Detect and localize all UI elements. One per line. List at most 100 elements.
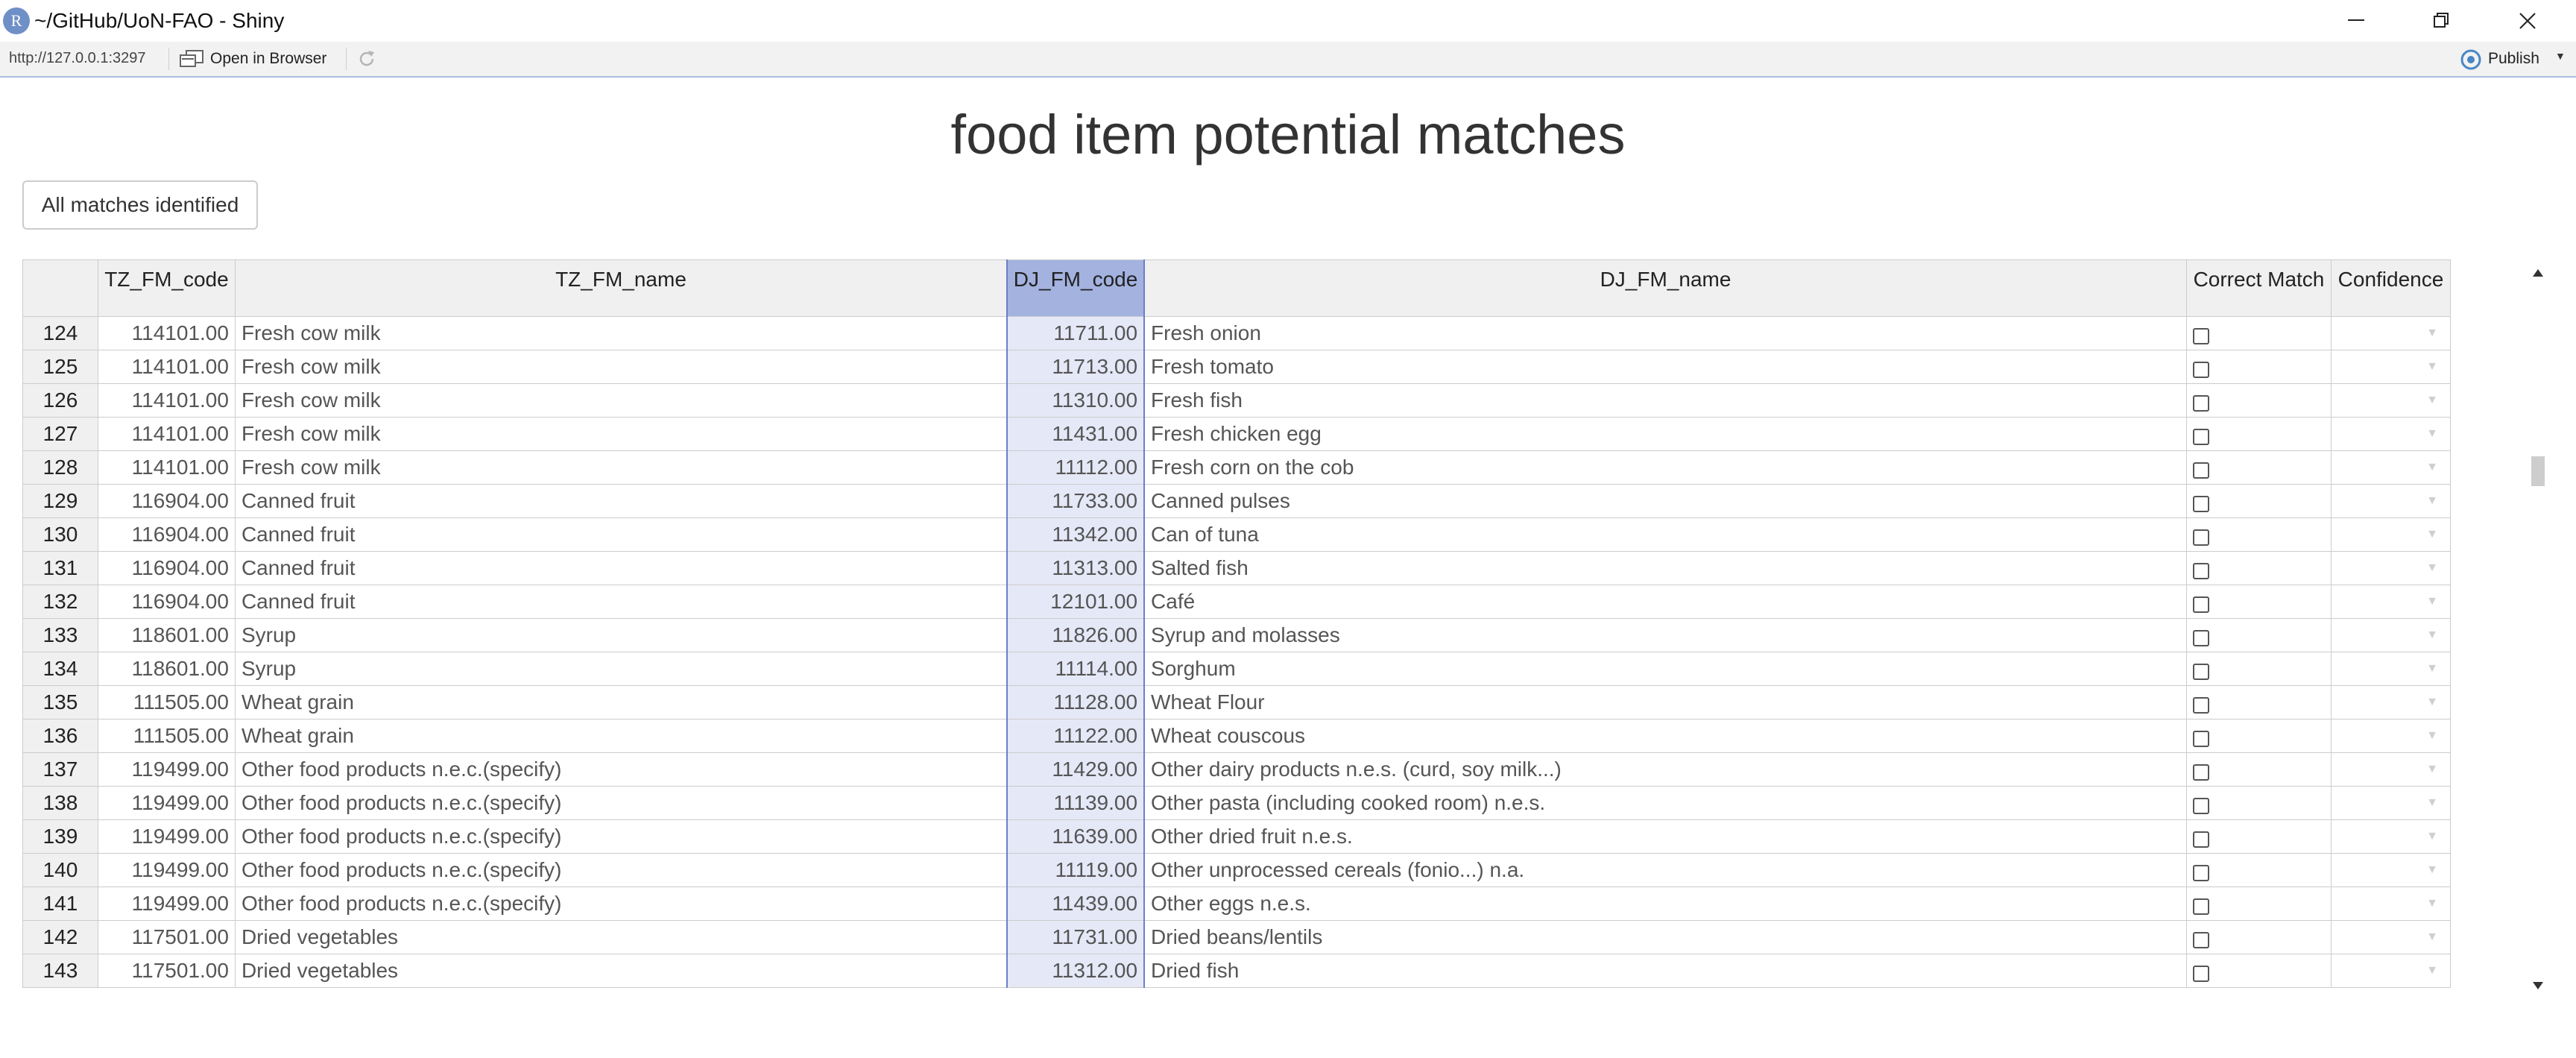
correct-match-checkbox[interactable] — [2192, 596, 2209, 613]
row-number[interactable]: 142 — [22, 920, 98, 954]
row-number[interactable]: 134 — [22, 652, 98, 686]
cell-tz-name[interactable]: Fresh cow milk — [234, 316, 1008, 350]
cell-tz-name[interactable]: Dried vegetables — [234, 954, 1008, 988]
cell-confidence[interactable]: ▼ — [2330, 484, 2452, 518]
refresh-icon[interactable] — [356, 48, 377, 69]
cell-tz-name[interactable]: Wheat grain — [234, 719, 1008, 753]
cell-tz-code[interactable]: 116904.00 — [97, 585, 236, 619]
row-number[interactable]: 127 — [22, 417, 98, 451]
cell-dj-code[interactable]: 11122.00 — [1006, 719, 1146, 753]
cell-dj-name[interactable]: Café — [1143, 585, 2187, 619]
correct-match-checkbox[interactable] — [2192, 730, 2209, 747]
dropdown-arrow-icon[interactable]: ▼ — [2426, 863, 2438, 876]
cell-dj-name[interactable]: Canned pulses — [1143, 484, 2187, 518]
cell-tz-name[interactable]: Fresh cow milk — [234, 350, 1008, 384]
cell-tz-code[interactable]: 111505.00 — [97, 685, 236, 719]
dropdown-arrow-icon[interactable]: ▼ — [2426, 662, 2438, 675]
dropdown-arrow-icon[interactable]: ▼ — [2426, 427, 2438, 440]
cell-tz-code[interactable]: 118601.00 — [97, 618, 236, 652]
cell-dj-name[interactable]: Fresh fish — [1143, 383, 2187, 418]
correct-match-checkbox[interactable] — [2192, 898, 2209, 915]
cell-confidence[interactable]: ▼ — [2330, 719, 2452, 753]
row-number[interactable]: 140 — [22, 853, 98, 887]
dropdown-arrow-icon[interactable]: ▼ — [2426, 629, 2438, 641]
row-number[interactable]: 129 — [22, 484, 98, 518]
column-header-dj-name[interactable]: DJ_FM_name — [1143, 259, 2187, 317]
row-number[interactable]: 132 — [22, 585, 98, 619]
cell-dj-name[interactable]: Other pasta (including cooked room) n.e.… — [1143, 786, 2187, 820]
chevron-down-icon[interactable]: ▼ — [2555, 50, 2566, 62]
row-number[interactable]: 128 — [22, 450, 98, 485]
dropdown-arrow-icon[interactable]: ▼ — [2426, 494, 2438, 507]
cell-confidence[interactable]: ▼ — [2330, 551, 2452, 585]
cell-dj-code[interactable]: 11112.00 — [1006, 450, 1146, 485]
row-number[interactable]: 130 — [22, 517, 98, 552]
cell-dj-code[interactable]: 11431.00 — [1006, 417, 1146, 451]
correct-match-checkbox[interactable] — [2192, 696, 2209, 714]
cell-confidence[interactable]: ▼ — [2330, 585, 2452, 619]
cell-dj-name[interactable]: Other dried fruit n.e.s. — [1143, 819, 2187, 854]
dropdown-arrow-icon[interactable]: ▼ — [2426, 528, 2438, 541]
cell-confidence[interactable]: ▼ — [2330, 383, 2452, 418]
cell-dj-name[interactable]: Fresh chicken egg — [1143, 417, 2187, 451]
row-number[interactable]: 131 — [22, 551, 98, 585]
correct-match-checkbox[interactable] — [2192, 965, 2209, 982]
cell-confidence[interactable]: ▼ — [2330, 887, 2452, 921]
minimize-button[interactable] — [2315, 0, 2397, 42]
cell-tz-code[interactable]: 114101.00 — [97, 316, 236, 350]
cell-dj-name[interactable]: Wheat Flour — [1143, 685, 2187, 719]
cell-tz-name[interactable]: Fresh cow milk — [234, 450, 1008, 485]
cell-tz-code[interactable]: 114101.00 — [97, 450, 236, 485]
cell-tz-name[interactable]: Canned fruit — [234, 484, 1008, 518]
cell-dj-code[interactable]: 11114.00 — [1006, 652, 1146, 686]
dropdown-arrow-icon[interactable]: ▼ — [2426, 561, 2438, 574]
correct-match-checkbox[interactable] — [2192, 629, 2209, 646]
correct-match-checkbox[interactable] — [2192, 428, 2209, 445]
cell-tz-code[interactable]: 116904.00 — [97, 551, 236, 585]
cell-confidence[interactable]: ▼ — [2330, 685, 2452, 719]
cell-confidence[interactable]: ▼ — [2330, 517, 2452, 552]
correct-match-checkbox[interactable] — [2192, 361, 2209, 378]
scroll-down-arrow-icon[interactable] — [2532, 981, 2544, 990]
row-number[interactable]: 139 — [22, 819, 98, 854]
cell-confidence[interactable]: ▼ — [2330, 954, 2452, 988]
cell-tz-code[interactable]: 114101.00 — [97, 350, 236, 384]
correct-match-checkbox[interactable] — [2192, 831, 2209, 848]
cell-dj-code[interactable]: 11826.00 — [1006, 618, 1146, 652]
correct-match-checkbox[interactable] — [2192, 327, 2209, 344]
cell-dj-name[interactable]: Fresh corn on the cob — [1143, 450, 2187, 485]
scroll-up-arrow-icon[interactable] — [2532, 268, 2544, 277]
cell-dj-name[interactable]: Sorghum — [1143, 652, 2187, 686]
cell-tz-code[interactable]: 117501.00 — [97, 920, 236, 954]
row-number[interactable]: 135 — [22, 685, 98, 719]
row-number[interactable]: 138 — [22, 786, 98, 820]
cell-tz-code[interactable]: 114101.00 — [97, 417, 236, 451]
correct-match-checkbox[interactable] — [2192, 797, 2209, 814]
cell-tz-code[interactable]: 118601.00 — [97, 652, 236, 686]
row-number[interactable]: 126 — [22, 383, 98, 418]
cell-dj-code[interactable]: 11639.00 — [1006, 819, 1146, 854]
all-matches-identified-button[interactable]: All matches identified — [22, 180, 258, 230]
cell-tz-code[interactable]: 114101.00 — [97, 383, 236, 418]
cell-confidence[interactable]: ▼ — [2330, 316, 2452, 350]
cell-dj-name[interactable]: Syrup and molasses — [1143, 618, 2187, 652]
cell-tz-name[interactable]: Other food products n.e.c.(specify) — [234, 819, 1008, 854]
close-button[interactable] — [2487, 0, 2569, 42]
cell-tz-name[interactable]: Syrup — [234, 652, 1008, 686]
dropdown-arrow-icon[interactable]: ▼ — [2426, 595, 2438, 608]
cell-confidence[interactable]: ▼ — [2330, 652, 2452, 686]
cell-dj-code[interactable]: 11313.00 — [1006, 551, 1146, 585]
correct-match-checkbox[interactable] — [2192, 763, 2209, 781]
cell-tz-code[interactable]: 111505.00 — [97, 719, 236, 753]
cell-confidence[interactable]: ▼ — [2330, 920, 2452, 954]
cell-confidence[interactable]: ▼ — [2330, 350, 2452, 384]
correct-match-checkbox[interactable] — [2192, 462, 2209, 479]
correct-match-checkbox[interactable] — [2192, 562, 2209, 579]
cell-tz-code[interactable]: 116904.00 — [97, 517, 236, 552]
cell-tz-name[interactable]: Canned fruit — [234, 551, 1008, 585]
cell-dj-code[interactable]: 11429.00 — [1006, 752, 1146, 787]
cell-confidence[interactable]: ▼ — [2330, 450, 2452, 485]
restore-button[interactable] — [2401, 0, 2483, 42]
correct-match-checkbox[interactable] — [2192, 864, 2209, 881]
column-header-dj-code[interactable]: DJ_FM_code — [1006, 259, 1146, 317]
